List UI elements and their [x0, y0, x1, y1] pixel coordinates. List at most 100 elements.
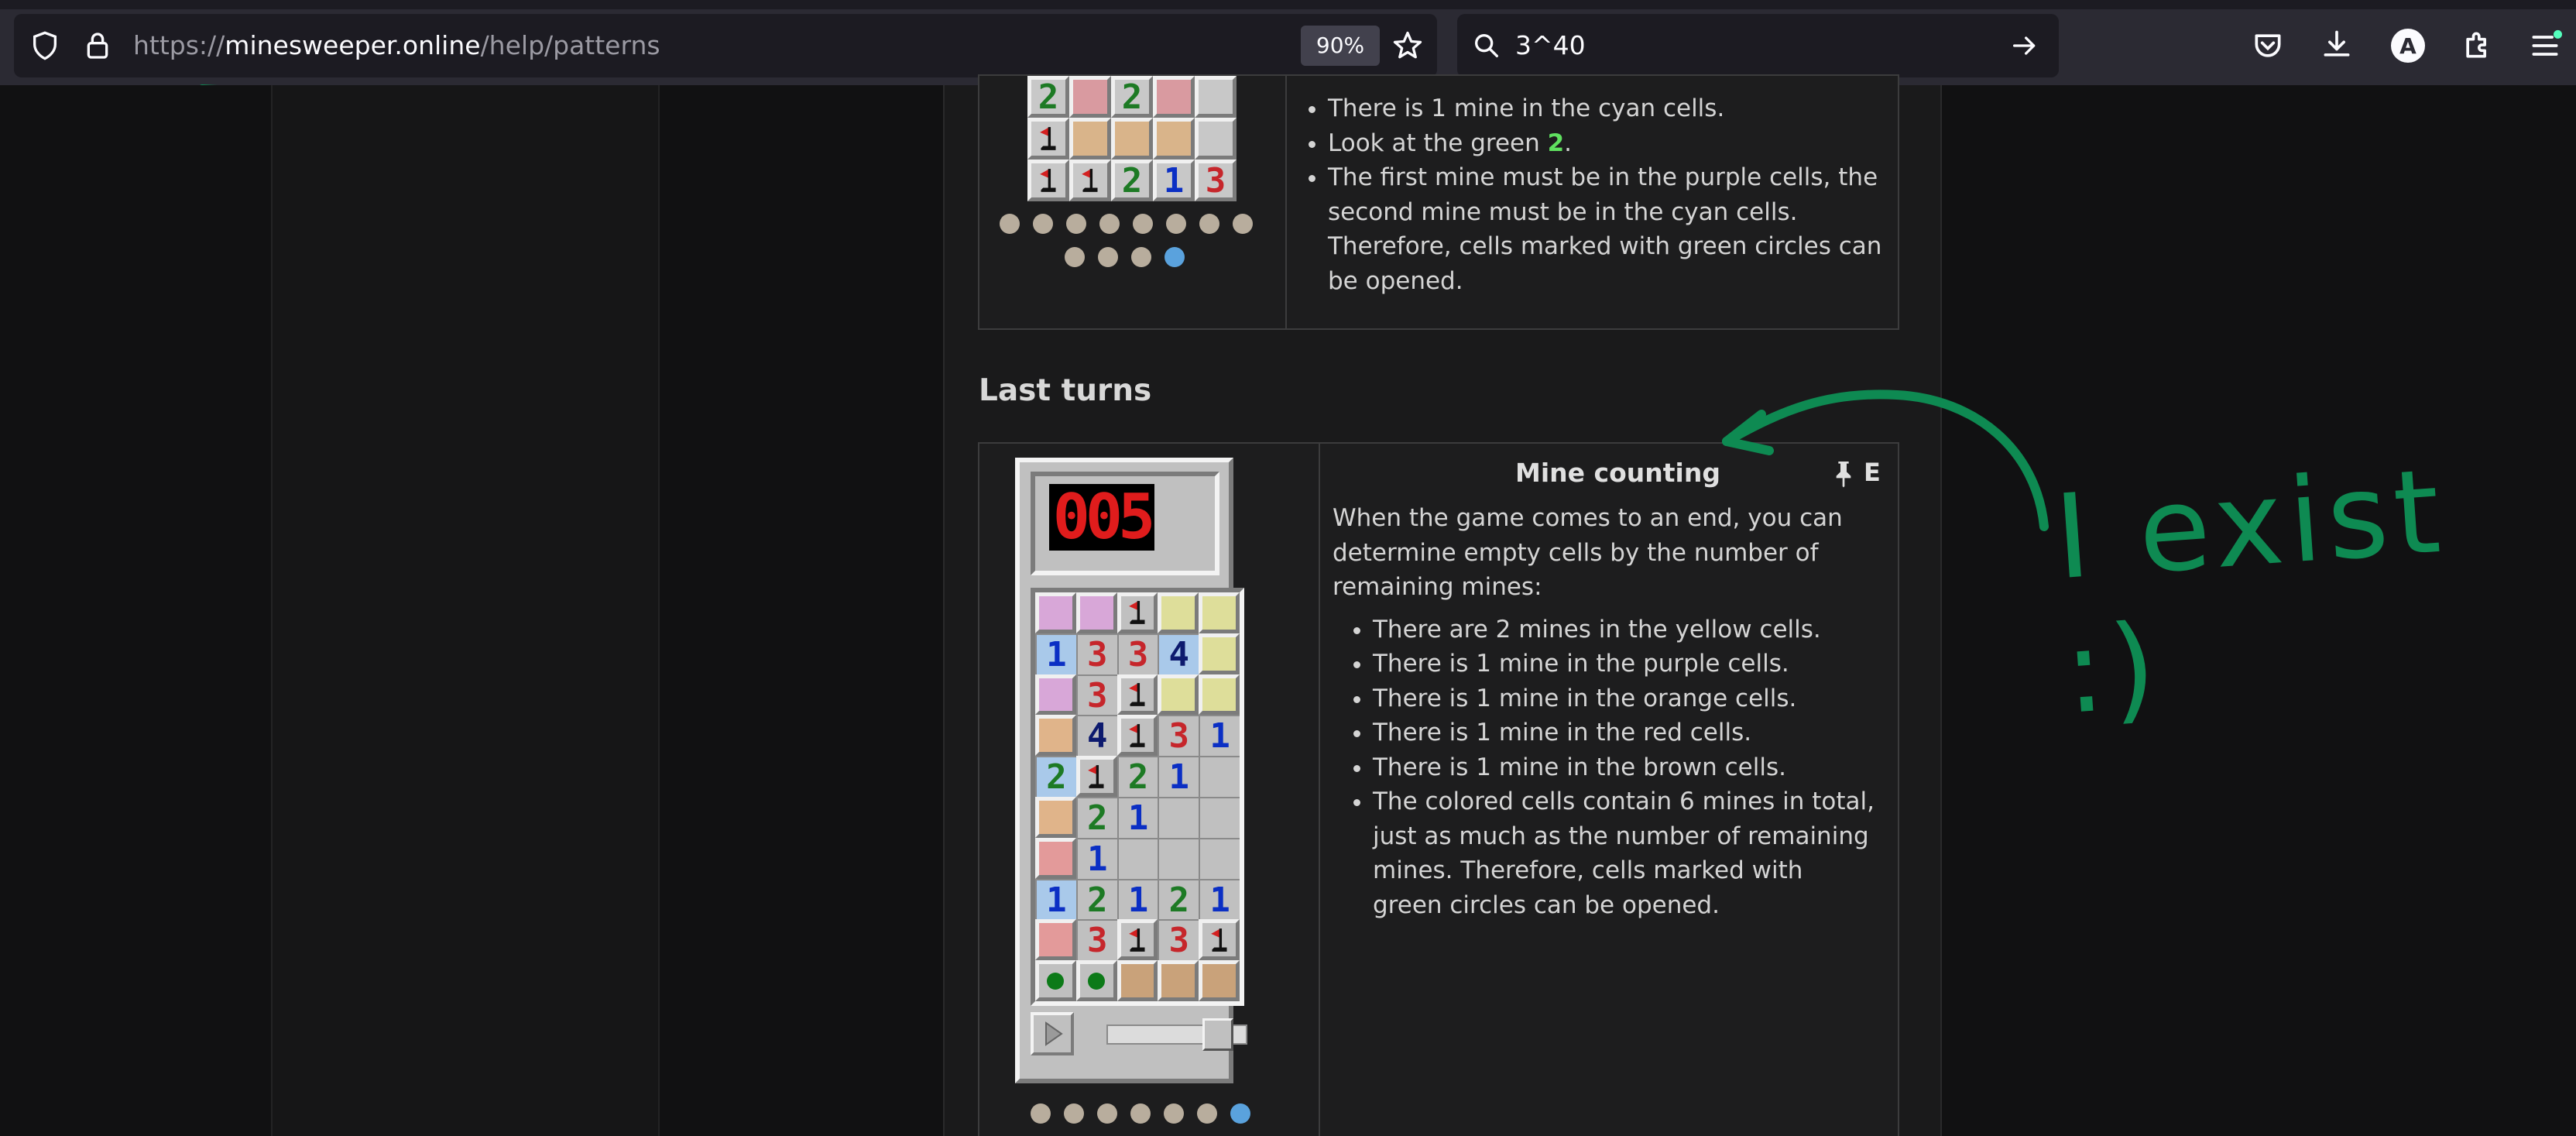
number-cell[interactable]: 1 [1075, 837, 1117, 879]
board-cell[interactable] [1035, 837, 1076, 879]
url-bar[interactable]: https://minesweeper.online/help/patterns… [14, 14, 1437, 77]
board-cell[interactable] [1158, 592, 1199, 633]
number-cell[interactable]: 3 [1075, 919, 1117, 960]
board-cell[interactable] [1035, 592, 1076, 633]
board-cell[interactable] [1158, 837, 1199, 879]
number-cell[interactable]: 1 [1158, 756, 1199, 797]
number-cell[interactable]: 1 [1035, 878, 1076, 920]
slide-dot[interactable] [1099, 214, 1120, 234]
board-cell[interactable] [1035, 797, 1076, 838]
board-cell[interactable] [1199, 633, 1240, 674]
board-cell[interactable] [1199, 674, 1240, 716]
extensions-icon[interactable] [2461, 28, 2495, 62]
zoom-level-button[interactable]: 90% [1301, 26, 1380, 66]
board-cell[interactable] [1035, 715, 1076, 757]
board-cell[interactable] [1195, 76, 1237, 118]
board-cell[interactable] [1035, 674, 1076, 716]
number-cell[interactable]: 1 [1116, 878, 1158, 920]
flag-cell[interactable] [1027, 160, 1069, 201]
slide-dot[interactable] [1199, 214, 1219, 234]
number-cell[interactable]: 2 [1027, 76, 1069, 118]
number-cell[interactable]: 2 [1075, 797, 1117, 838]
number-cell[interactable]: 2 [1111, 76, 1153, 118]
board-cell[interactable] [1153, 76, 1195, 118]
number-cell[interactable]: 1 [1116, 797, 1158, 838]
slide-dot[interactable] [1130, 1103, 1151, 1124]
number-cell[interactable]: 1 [1199, 878, 1240, 920]
flag-cell[interactable] [1116, 674, 1158, 716]
minesweeper-board[interactable]: 22213 [1027, 76, 1237, 201]
board-cell[interactable] [1158, 797, 1199, 838]
menu-icon[interactable] [2528, 29, 2562, 63]
slide-dot[interactable] [1197, 1103, 1217, 1124]
number-cell[interactable]: 3 [1158, 715, 1199, 756]
slide-dot[interactable] [1065, 247, 1085, 267]
board-cell[interactable] [1111, 118, 1153, 160]
flag-cell[interactable] [1027, 118, 1069, 160]
number-cell[interactable]: 3 [1075, 633, 1117, 674]
number-cell[interactable]: 3 [1158, 919, 1199, 960]
slide-dot[interactable] [1031, 1103, 1051, 1124]
play-button[interactable] [1031, 1012, 1074, 1055]
number-cell[interactable]: 3 [1195, 160, 1237, 201]
slide-dot[interactable] [1166, 214, 1186, 234]
minesweeper-board[interactable]: 133434312212111212133 [1035, 592, 1240, 1001]
number-cell[interactable]: 2 [1116, 756, 1158, 797]
board-cell[interactable] [1035, 919, 1076, 961]
number-cell[interactable]: 2 [1075, 878, 1117, 920]
flag-cell[interactable] [1069, 160, 1111, 201]
board-cell[interactable] [1116, 837, 1158, 879]
slide-dot[interactable] [1000, 214, 1020, 234]
slide-dot[interactable] [1133, 214, 1153, 234]
slide-dot[interactable] [1097, 1103, 1117, 1124]
board-cell[interactable] [1069, 118, 1111, 160]
download-icon[interactable] [2320, 28, 2354, 62]
account-avatar[interactable]: A [2391, 29, 2425, 63]
safe-marker-cell[interactable] [1035, 960, 1076, 1001]
number-cell[interactable]: 3 [1116, 633, 1158, 674]
board-cell[interactable] [1158, 960, 1199, 1001]
slide-dot[interactable] [1131, 247, 1151, 267]
board-cell[interactable] [1199, 960, 1240, 1001]
number-cell[interactable]: 1 [1199, 715, 1240, 756]
number-cell[interactable]: 4 [1075, 715, 1117, 756]
url-text[interactable]: https://minesweeper.online/help/patterns [133, 28, 660, 63]
lock-icon[interactable] [82, 30, 113, 61]
bookmark-star-icon[interactable] [1391, 29, 1425, 63]
search-input[interactable]: 3^40 [1515, 28, 1586, 63]
number-cell[interactable]: 1 [1153, 160, 1195, 201]
number-cell[interactable]: 2 [1158, 878, 1199, 920]
board-cell[interactable] [1153, 118, 1195, 160]
slide-dot[interactable] [1033, 214, 1053, 234]
board-cell[interactable] [1199, 756, 1240, 797]
flag-cell[interactable] [1116, 715, 1158, 757]
slide-dot[interactable] [1165, 247, 1185, 267]
slide-dot[interactable] [1230, 1103, 1250, 1124]
slide-dot[interactable] [1233, 214, 1253, 234]
board-cell[interactable] [1069, 76, 1111, 118]
pocket-icon[interactable] [2251, 29, 2285, 63]
flag-cell[interactable] [1116, 919, 1158, 961]
flag-cell[interactable] [1116, 592, 1158, 633]
number-cell[interactable]: 2 [1035, 756, 1076, 797]
arrow-right-icon[interactable] [2008, 30, 2041, 61]
board-cell[interactable] [1075, 592, 1117, 633]
board-cell[interactable] [1195, 118, 1237, 160]
search-bar[interactable]: 3^40 [1457, 14, 2059, 77]
number-cell[interactable]: 3 [1075, 674, 1117, 716]
board-cell[interactable] [1199, 592, 1240, 633]
board-cell[interactable] [1199, 837, 1240, 879]
number-cell[interactable]: 2 [1111, 160, 1153, 201]
flag-cell[interactable] [1075, 756, 1117, 797]
board-cell[interactable] [1158, 674, 1199, 716]
slide-dot[interactable] [1098, 247, 1118, 267]
number-cell[interactable]: 4 [1158, 633, 1199, 674]
shield-icon[interactable] [29, 30, 60, 61]
flag-cell[interactable] [1199, 919, 1240, 961]
replay-slider[interactable] [1106, 1018, 1247, 1051]
board-cell[interactable] [1199, 797, 1240, 838]
safe-marker-cell[interactable] [1075, 960, 1117, 1001]
number-cell[interactable]: 1 [1035, 633, 1076, 674]
board-cell[interactable] [1116, 960, 1158, 1001]
slide-dot[interactable] [1066, 214, 1086, 234]
